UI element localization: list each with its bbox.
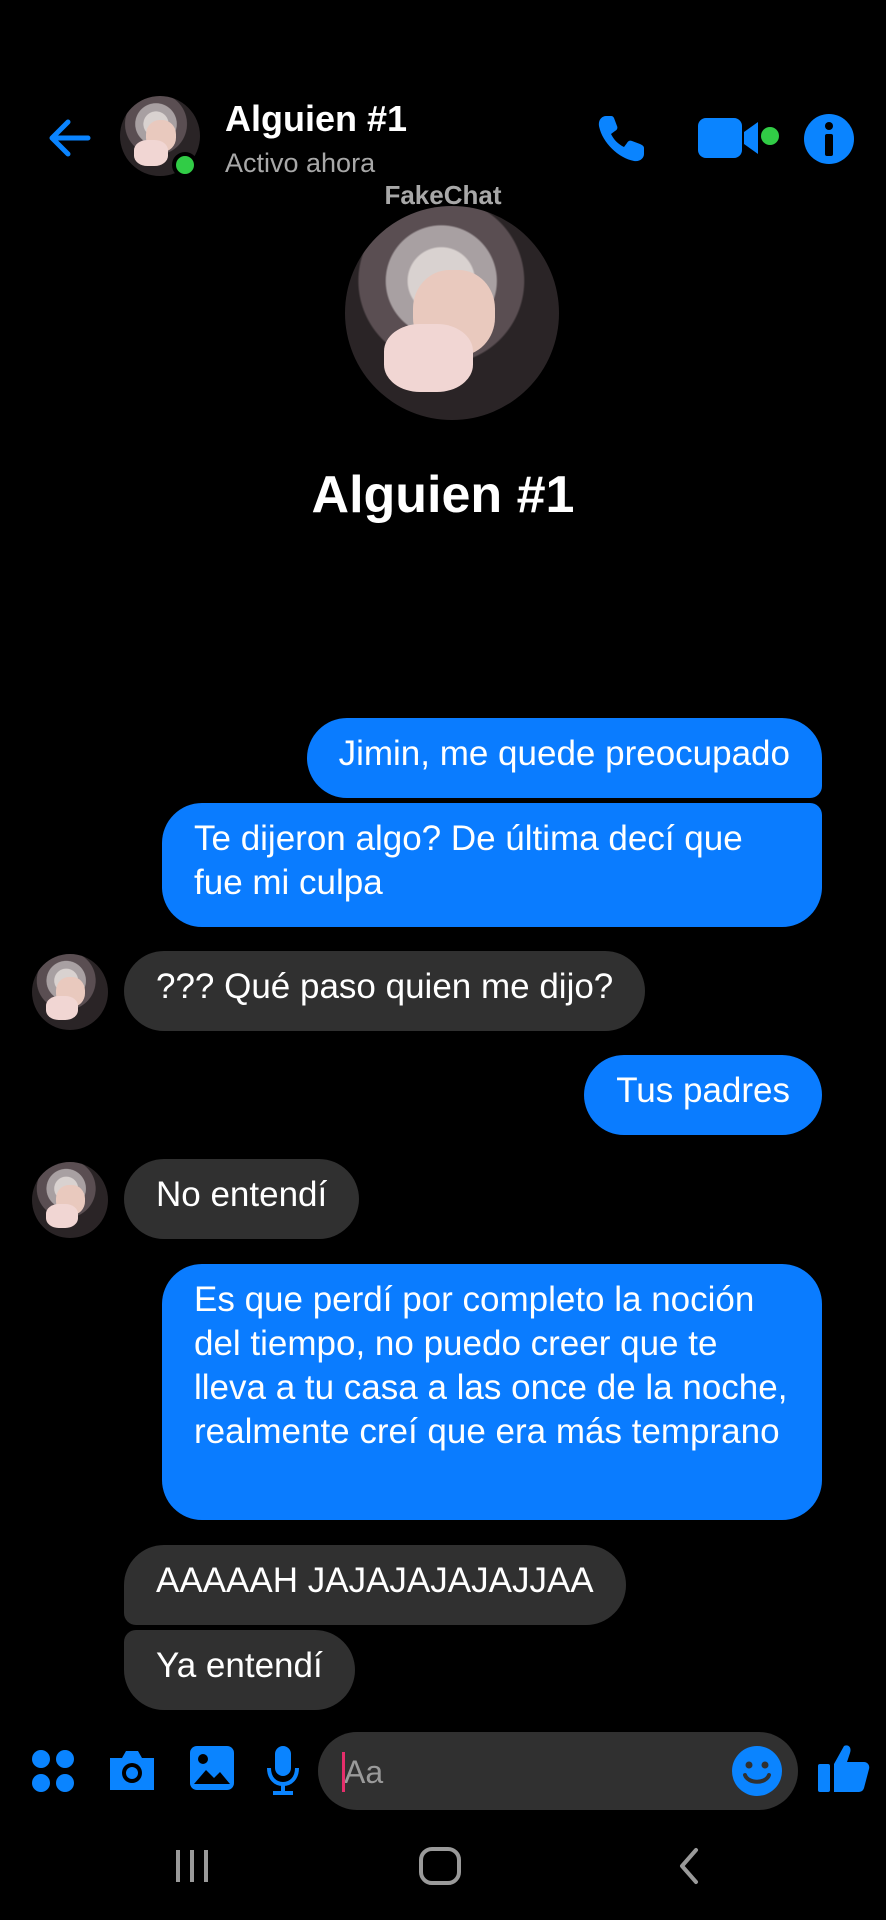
gallery-icon[interactable] [188, 1744, 236, 1792]
online-status-dot [172, 152, 198, 178]
message-avatar [32, 954, 108, 1030]
contact-name[interactable]: Alguien #1 [225, 98, 407, 140]
contact-status: Activo ahora [225, 148, 376, 178]
thumbs-up-icon[interactable] [816, 1740, 872, 1796]
profile-name: Alguien #1 [311, 466, 575, 524]
message-sent[interactable]: Es que perdí por completo la noción del … [162, 1264, 822, 1520]
message-received[interactable]: ??? Qué paso quien me dijo? [124, 951, 646, 1031]
video-camera-icon[interactable] [696, 114, 786, 164]
message-input-box[interactable] [318, 1732, 798, 1812]
home-icon[interactable] [418, 1846, 462, 1886]
camera-icon[interactable] [106, 1746, 158, 1794]
profile-avatar[interactable] [345, 206, 559, 420]
text-caret [342, 1752, 345, 1792]
phone-icon[interactable] [592, 110, 650, 168]
message-avatar [32, 1162, 108, 1238]
info-icon[interactable] [802, 112, 856, 166]
message-received[interactable]: No entendí [124, 1159, 360, 1239]
message-sent[interactable]: Jimin, me quede preocupado [306, 718, 822, 798]
chat-header: Alguien #1 Activo ahora [0, 0, 886, 190]
apps-grid-icon[interactable] [30, 1748, 76, 1794]
recent-apps-icon[interactable] [172, 1848, 212, 1884]
message-sent[interactable]: Tus padres [584, 1055, 822, 1135]
message-received[interactable]: AAAAAH JAJAJAJAJAJJAA [124, 1545, 626, 1625]
back-arrow-icon[interactable] [40, 108, 100, 168]
message-sent[interactable]: Te dijeron algo? De última decí que fue … [162, 803, 822, 927]
back-nav-icon[interactable] [674, 1846, 704, 1886]
emoji-icon[interactable] [730, 1744, 784, 1798]
message-received[interactable]: Ya entendí [124, 1630, 355, 1710]
message-input[interactable] [342, 1732, 706, 1812]
microphone-icon[interactable] [266, 1744, 300, 1796]
